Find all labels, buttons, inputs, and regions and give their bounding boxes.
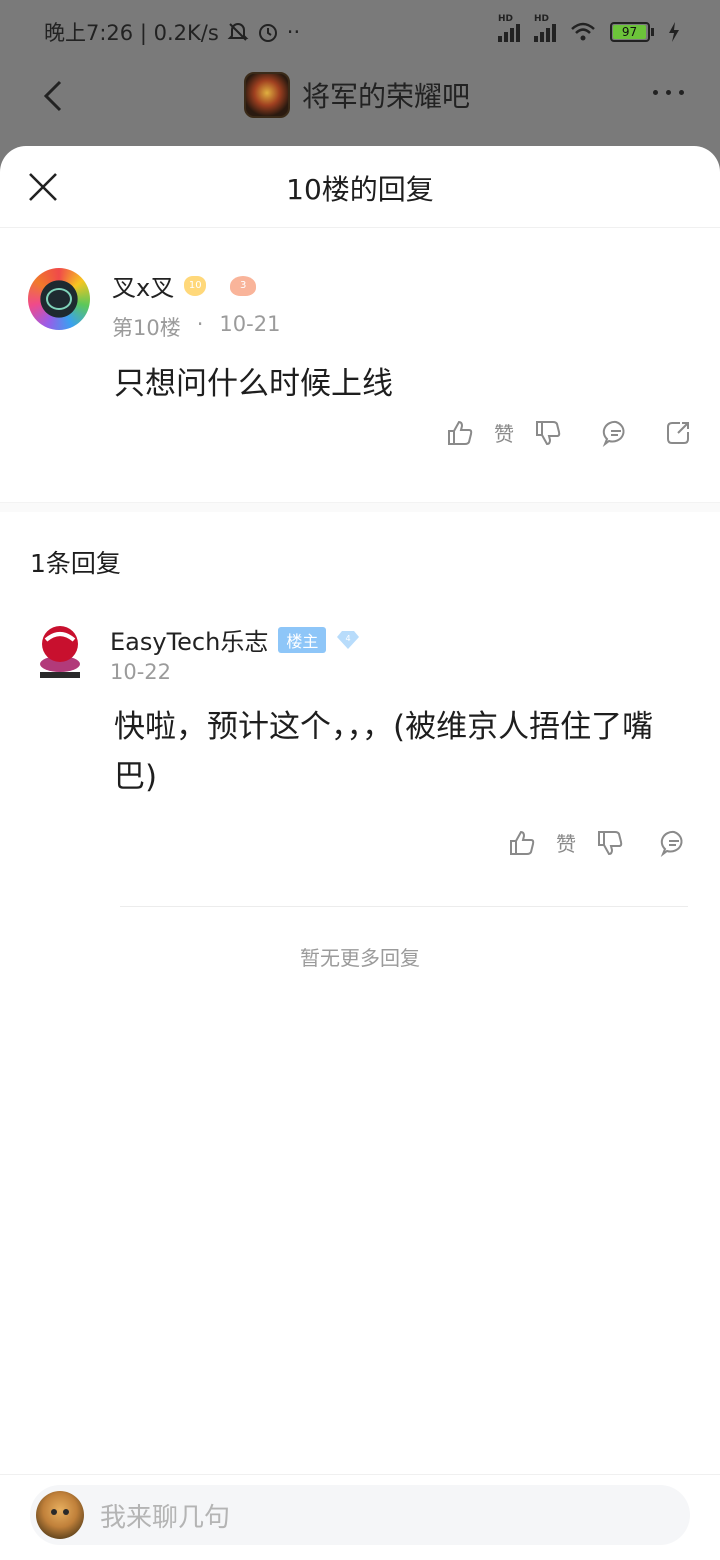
forum-header[interactable]: 将军的荣耀吧 (244, 72, 470, 118)
alarm-icon (258, 24, 277, 42)
fan-badge: 3 (230, 275, 257, 296)
owner-tag: 楼主 (278, 626, 327, 653)
section-divider (0, 502, 720, 512)
floor-post: 叉x叉 10 3 第10楼 · 10-21 只想问什么时候上线 赞 (0, 228, 720, 502)
post-actions: 赞 (446, 418, 692, 447)
status-right: HD HD 97 (498, 14, 680, 42)
level-badge: 10 (184, 275, 207, 296)
signal-hd-label: HD (498, 14, 514, 24)
mute-icon (227, 23, 249, 41)
like-label[interactable]: 赞 (494, 418, 514, 447)
thumbs-up-icon[interactable] (446, 419, 474, 447)
status-left: 晚上7:26 | 0.2K/s ·· (44, 17, 300, 47)
meta-dot: · (196, 312, 204, 336)
author-name[interactable]: 叉x叉 (112, 268, 174, 303)
signal-icon: HD (534, 14, 556, 42)
reply-input-placeholder: 我来聊几句 (100, 1502, 231, 1533)
reply-actions: 赞 (508, 828, 688, 857)
reply-author-name[interactable]: EasyTech乐志 (110, 622, 268, 657)
post-content: 只想问什么时候上线 (114, 366, 393, 402)
reply-author-row: EasyTech乐志 楼主 4 (110, 622, 360, 657)
wifi-icon (571, 22, 595, 41)
reply-count: 1条回复 (30, 549, 121, 578)
more-menu-icon[interactable] (653, 90, 684, 95)
sheet-header: 10楼的回复 (0, 146, 720, 228)
reply-content: 快啦，预计这个，，，(被维京人捂住了嘴巴) (114, 709, 654, 795)
status-bar: 晚上7:26 | 0.2K/s ·· HD HD 97 (0, 0, 720, 64)
battery-level: 97 (613, 25, 646, 39)
reply-input[interactable]: 我来聊几句 (30, 1485, 690, 1545)
more-status-icon: ·· (286, 20, 301, 44)
composer-bar: 我来聊几句 (0, 1474, 720, 1560)
status-time: 晚上7:26 | 0.2K/s (44, 21, 219, 45)
charging-icon (669, 22, 679, 42)
diamond-level-icon: 4 (337, 630, 360, 649)
comment-icon[interactable] (602, 419, 630, 447)
forum-avatar (244, 72, 290, 118)
post-date: 10-21 (219, 312, 281, 336)
thumbs-down-icon[interactable] (596, 829, 624, 857)
reply-sheet: 10楼的回复 叉x叉 10 3 第10楼 · 10-21 只想问什么时候上线 赞… (0, 146, 720, 1560)
app-bar: 将军的荣耀吧 (0, 64, 720, 128)
back-icon[interactable] (36, 74, 76, 118)
reply-date: 10-22 (110, 660, 172, 684)
signal-icon: HD (498, 14, 520, 42)
thumbs-down-icon[interactable] (534, 419, 562, 447)
list-divider (120, 906, 688, 907)
avatar (36, 1491, 84, 1539)
floor-label: 第10楼 (112, 316, 181, 340)
post-meta: 第10楼 · 10-21 (112, 312, 280, 342)
reply-count-header: 1条回复 (0, 512, 720, 604)
diamond-level-number: 4 (346, 634, 351, 643)
signal-hd-label: HD (534, 14, 550, 24)
battery-icon: 97 (610, 22, 654, 42)
sheet-title: 10楼的回复 (286, 173, 434, 206)
avatar[interactable] (28, 268, 90, 330)
avatar[interactable] (36, 620, 84, 680)
comment-icon[interactable] (660, 829, 688, 857)
share-icon[interactable] (664, 419, 692, 447)
like-label[interactable]: 赞 (556, 828, 576, 857)
thumbs-up-icon[interactable] (508, 829, 536, 857)
forum-name: 将军的荣耀吧 (302, 80, 471, 113)
no-more-replies: 暂无更多回复 (300, 946, 420, 970)
reply-item: EasyTech乐志 楼主 4 10-22 快啦，预计这个，，，(被维京人捂住了… (0, 604, 720, 904)
author-row: 叉x叉 10 3 (112, 268, 257, 303)
